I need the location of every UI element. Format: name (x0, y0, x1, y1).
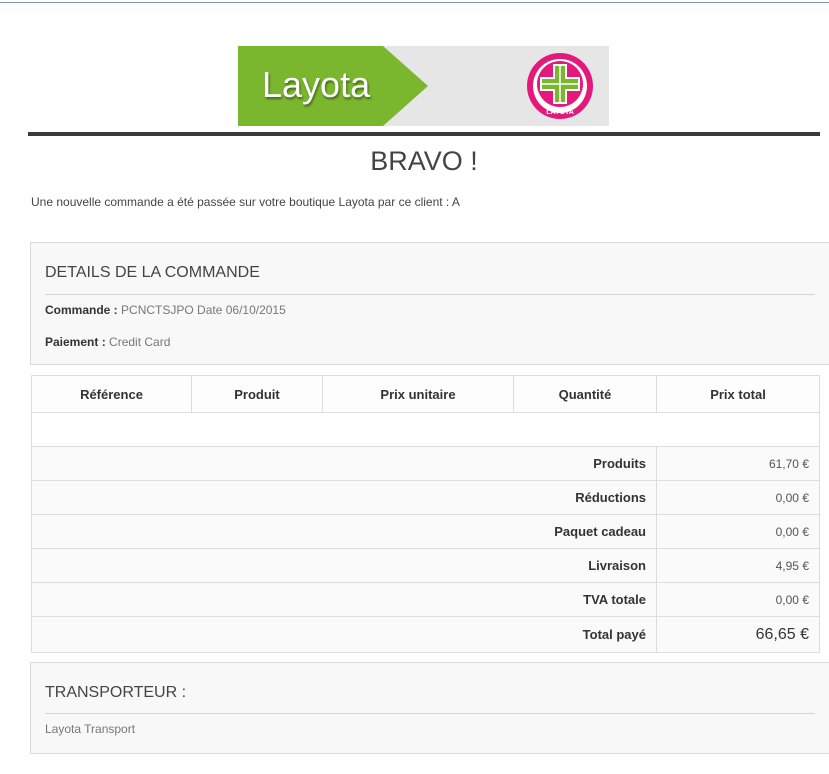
empty-product-cell (31, 412, 820, 447)
summary-row-total-paid: Total payé 66,65 € (31, 616, 820, 653)
layota-banner: Layota LAYOTA (238, 46, 609, 126)
order-reference-row: Commande : PCNCTSJPO Date 06/10/2015 (45, 303, 286, 317)
summary-label: Produits (31, 446, 657, 481)
header-product: Produit (191, 375, 323, 413)
intro-message: Une nouvelle commande a été passée sur v… (31, 195, 460, 209)
order-details-rule (45, 294, 815, 295)
carrier-name: Layota Transport (45, 722, 136, 736)
table-header-row: Référence Produit Prix unitaire Quantité… (31, 375, 820, 413)
order-value: PCNCTSJPO Date 06/10/2015 (121, 303, 286, 317)
order-details-title: DETAILS DE LA COMMANDE (45, 264, 260, 281)
carrier-rule (45, 713, 815, 714)
summary-label: Livraison (31, 548, 657, 583)
summary-row-shipping: Livraison 4,95 € (31, 548, 820, 583)
summary-value: 61,70 € (656, 446, 820, 481)
summary-row-gift-wrap: Paquet cadeau 0,00 € (31, 514, 820, 549)
order-details-panel: DETAILS DE LA COMMANDE Commande : PCNCTS… (30, 242, 829, 365)
summary-value: 0,00 € (656, 582, 820, 617)
top-border-line (0, 2, 829, 3)
header-reference: Référence (31, 375, 192, 413)
payment-value: Credit Card (109, 335, 171, 349)
order-table: Référence Produit Prix unitaire Quantité… (31, 375, 820, 653)
header-quantity: Quantité (513, 375, 657, 413)
header-divider (28, 132, 820, 136)
summary-row-vat: TVA totale 0,00 € (31, 582, 820, 617)
payment-row: Paiement : Credit Card (45, 335, 170, 349)
summary-label: Total payé (31, 616, 657, 653)
summary-value: 0,00 € (656, 514, 820, 549)
carrier-title: TRANSPORTEUR : (45, 684, 187, 701)
summary-row-discounts: Réductions 0,00 € (31, 480, 820, 515)
summary-value: 0,00 € (656, 480, 820, 515)
summary-label: Réductions (31, 480, 657, 515)
header-unit-price: Prix unitaire (322, 375, 514, 413)
pharmacy-cross-logo-icon: LAYOTA (527, 53, 593, 119)
summary-row-products: Produits 61,70 € (31, 446, 820, 481)
order-label: Commande : (45, 303, 118, 317)
banner-brand-text: Layota (262, 64, 371, 105)
total-paid-value: 66,65 € (656, 616, 820, 653)
carrier-panel: TRANSPORTEUR : Layota Transport (30, 662, 829, 754)
svg-text:LAYOTA: LAYOTA (546, 109, 574, 116)
summary-value: 4,95 € (656, 548, 820, 583)
payment-label: Paiement : (45, 335, 106, 349)
summary-label: Paquet cadeau (31, 514, 657, 549)
header-total-price: Prix total (656, 375, 820, 413)
empty-product-row (31, 412, 820, 447)
page-title: BRAVO ! (370, 146, 478, 176)
summary-label: TVA totale (31, 582, 657, 617)
